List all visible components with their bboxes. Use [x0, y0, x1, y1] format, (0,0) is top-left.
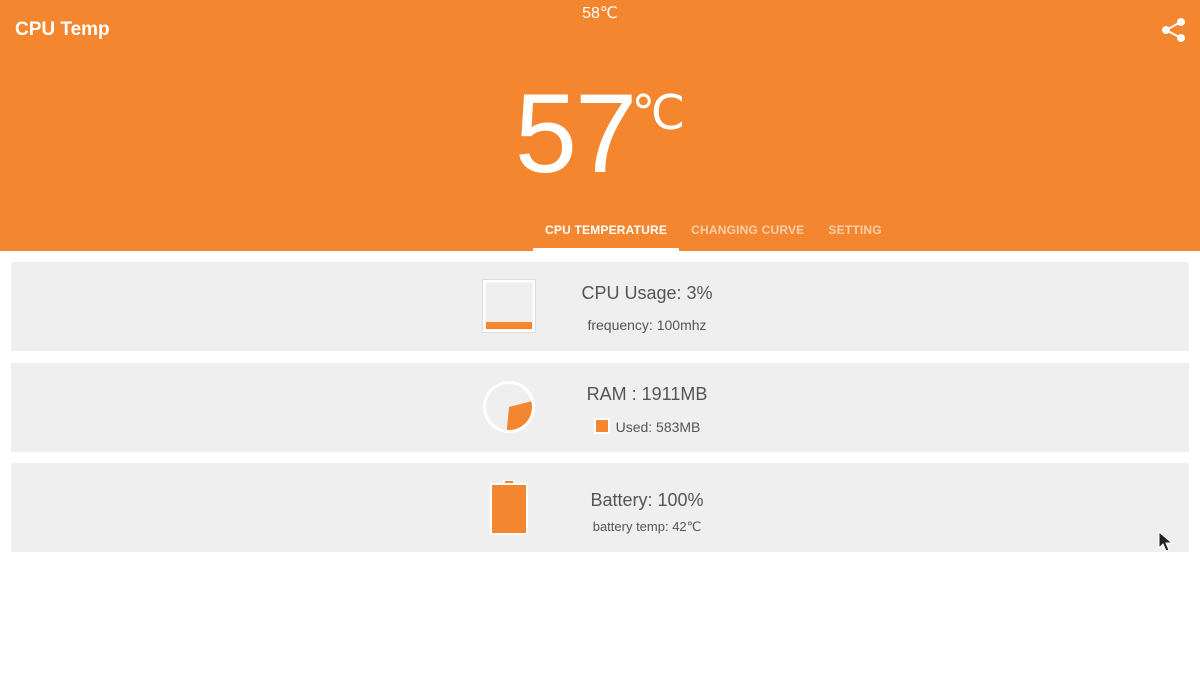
mouse-pointer-icon — [1158, 531, 1174, 552]
app-title: CPU Temp — [15, 19, 110, 40]
battery-level-fill — [492, 485, 526, 533]
tab-setting[interactable]: SETTING — [816, 215, 893, 251]
tab-bar: CPU TEMPERATURE CHANGING CURVE SETTING — [533, 215, 894, 251]
cpu-usage-icon — [482, 279, 536, 333]
battery-temp-label: battery temp: 42℃ — [592, 519, 702, 534]
ram-total-label: RAM : 1911MB — [586, 384, 708, 404]
ram-used-swatch — [593, 418, 610, 434]
battery-level-label: Battery: 100% — [590, 490, 704, 510]
share-button[interactable] — [1160, 16, 1188, 44]
temperature-value: 57 — [514, 71, 638, 196]
cpu-usage-card: CPU Usage: 3% frequency: 100mhz — [11, 262, 1189, 351]
temperature-unit: ℃ — [631, 87, 686, 140]
app-header: 58℃ CPU Temp 57 ℃ CPU TEMPERATURE CHANGI… — [0, 0, 1200, 251]
tab-cpu-temperature[interactable]: CPU TEMPERATURE — [533, 215, 680, 251]
cpu-frequency-label: frequency: 100mhz — [587, 317, 707, 333]
cpu-usage-label: CPU Usage: 3% — [581, 283, 713, 303]
current-temperature: 57 ℃ — [0, 78, 1200, 198]
battery-icon — [490, 480, 528, 535]
battery-card: Battery: 100% battery temp: 42℃ — [11, 463, 1189, 552]
share-icon — [1162, 18, 1185, 42]
ram-pie-icon — [483, 381, 535, 433]
ram-card: RAM : 1911MB Used: 583MB — [11, 363, 1189, 452]
ram-used-legend: Used: 583MB — [531, 418, 763, 435]
cpu-usage-bar — [486, 322, 532, 329]
ram-used-label: Used: 583MB — [615, 419, 701, 435]
status-bar-temperature: 58℃ — [582, 5, 618, 22]
tab-changing-curve[interactable]: CHANGING CURVE — [679, 215, 816, 251]
